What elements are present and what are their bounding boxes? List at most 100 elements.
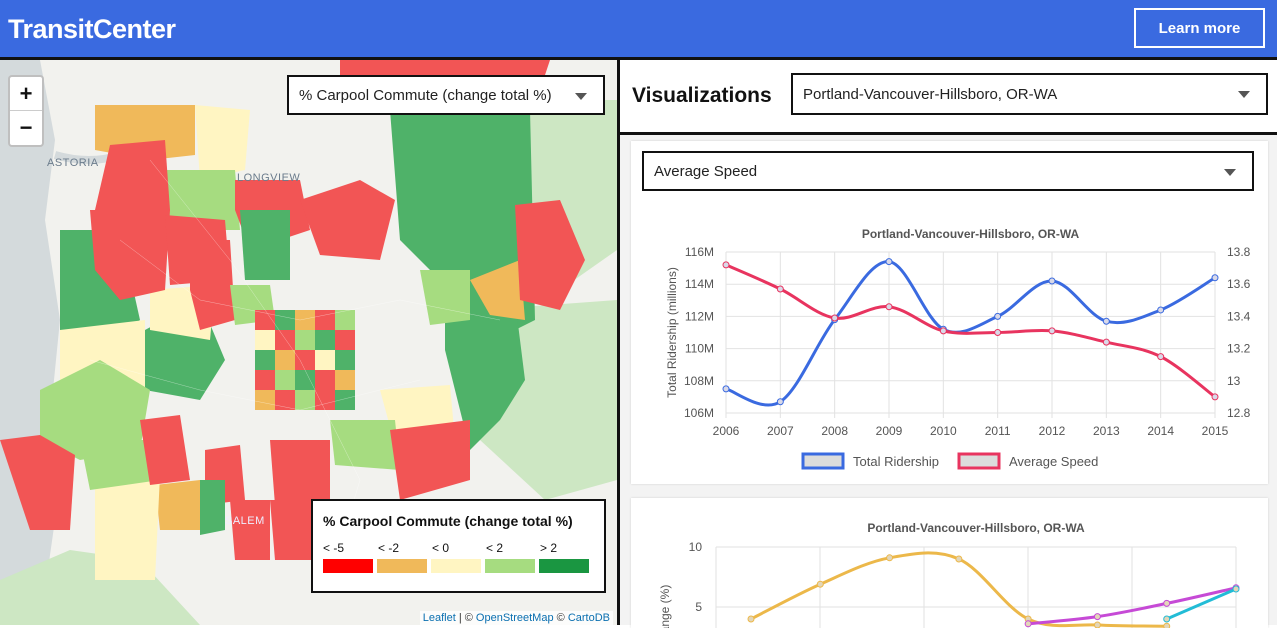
- data-point: [939, 327, 947, 335]
- y2-tick-label: 13.2: [1227, 342, 1251, 356]
- place-label-longview: LONGVIEW: [237, 172, 301, 184]
- cartodb-link[interactable]: CartoDB: [568, 612, 610, 624]
- y2-tick-label: 13.6: [1227, 277, 1251, 291]
- region-select[interactable]: Portland-Vancouver-Hillsboro, OR-WA: [791, 73, 1268, 115]
- data-point: [1024, 620, 1032, 628]
- map-attribution: Leaflet | © OpenStreetMap © CartoDB: [419, 611, 613, 625]
- region: [240, 210, 290, 280]
- x-tick-label: 2010: [930, 424, 957, 438]
- y-tick-label: 108M: [684, 374, 714, 388]
- data-point: [1093, 613, 1101, 621]
- legend-label: < -2: [378, 541, 400, 555]
- y2-tick-label: 13: [1227, 374, 1241, 388]
- region: [340, 60, 550, 75]
- learn-more-button[interactable]: Learn more: [1134, 8, 1265, 48]
- attribution-copyright: ©: [556, 612, 565, 624]
- legend-swatch: [539, 559, 589, 573]
- x-tick-label: 2009: [876, 424, 903, 438]
- x-tick-label: 2012: [1039, 424, 1066, 438]
- x-tick-label: 2007: [767, 424, 794, 438]
- region: [270, 440, 330, 505]
- legend-title: % Carpool Commute (change total %): [323, 513, 573, 529]
- leaflet-link[interactable]: Leaflet: [423, 612, 456, 624]
- legend-label: < 0: [432, 541, 450, 555]
- data-point: [1093, 621, 1101, 628]
- chart-card: Portland-Vancouver-Hillsboro, OR-WA 10 5 an…: [631, 498, 1268, 628]
- data-point: [885, 258, 893, 266]
- data-point: [831, 314, 839, 322]
- choropleth-map[interactable]: ASTORIA LONGVIEW SALEM + − % Carpool Com…: [0, 60, 617, 625]
- data-point: [1211, 274, 1219, 282]
- data-point: [776, 285, 784, 293]
- legend-swatch: [485, 559, 535, 573]
- metric-select[interactable]: Average Speed: [642, 151, 1254, 191]
- zoom-out-button[interactable]: −: [10, 111, 42, 145]
- region: [300, 180, 395, 260]
- region: [95, 475, 160, 580]
- data-point: [994, 329, 1002, 336]
- region: [330, 420, 400, 470]
- data-point: [1048, 327, 1056, 335]
- y-tick-label: 10: [689, 540, 703, 554]
- data-point: [886, 554, 894, 562]
- zoom-in-button[interactable]: +: [10, 77, 42, 111]
- region: [230, 500, 270, 560]
- legend-swatch: [431, 559, 481, 573]
- data-point: [722, 385, 730, 393]
- visualizations-body: Average Speed Portland-Vancouver-Hillsbo…: [620, 135, 1277, 628]
- x-tick-label: 2015: [1202, 424, 1229, 438]
- osm-link[interactable]: OpenStreetMap: [476, 612, 554, 624]
- zoom-control: + −: [8, 75, 44, 147]
- x-tick-label: 2011: [985, 424, 1011, 438]
- brand-logo[interactable]: TransitCenter: [8, 14, 176, 45]
- x-tick-label: 2006: [713, 424, 740, 438]
- data-point: [816, 580, 824, 588]
- app-header: TransitCenter Learn more: [0, 0, 1277, 60]
- y-tick-label: 114M: [685, 277, 714, 291]
- x-tick-label: 2014: [1147, 424, 1174, 438]
- y-tick-label: 110M: [685, 342, 714, 356]
- y-tick-label: 5: [695, 600, 702, 614]
- x-tick-label: 2013: [1093, 424, 1120, 438]
- region: [190, 240, 235, 330]
- y2-tick-label: 12.8: [1227, 406, 1251, 420]
- legend-label: > 2: [540, 541, 558, 555]
- legend-swatch: [377, 559, 427, 573]
- data-point: [747, 615, 755, 623]
- data-point: [1102, 317, 1110, 325]
- metric-select-value: Average Speed: [654, 162, 758, 180]
- legend-swatch: [801, 452, 845, 470]
- ridership-speed-chart[interactable]: Portland-Vancouver-Hillsboro, OR-WA 106M 1…: [631, 201, 1268, 491]
- place-label-astoria: ASTORIA: [47, 157, 99, 169]
- attribution-separator: | ©: [458, 612, 473, 624]
- visualizations-title: Visualizations: [632, 84, 772, 107]
- data-point: [885, 303, 893, 311]
- place-label-salem: SALEM: [225, 515, 265, 527]
- legend-swatch: [323, 559, 373, 573]
- data-point: [722, 261, 730, 269]
- data-point: [1048, 277, 1056, 285]
- chart-card: Average Speed Portland-Vancouver-Hillsbo…: [631, 141, 1268, 484]
- y-axis-label: ange (%): [658, 585, 672, 628]
- chart-title: Portland-Vancouver-Hillsboro, OR-WA: [867, 521, 1085, 535]
- region: [420, 270, 470, 325]
- data-point: [1232, 585, 1240, 593]
- data-point: [776, 398, 784, 406]
- legend-labels: < -5 < -2 < 0 < 2 > 2: [323, 541, 594, 557]
- change-chart[interactable]: Portland-Vancouver-Hillsboro, OR-WA 10 5 an…: [631, 498, 1268, 628]
- region: [155, 480, 200, 530]
- data-point: [1163, 599, 1171, 607]
- region: [200, 480, 225, 535]
- y2-tick-label: 13.4: [1227, 309, 1251, 323]
- x-tick-label: 2008: [821, 424, 848, 438]
- map-layer-select-value: % Carpool Commute (change total %): [299, 86, 552, 104]
- legend-swatches: [323, 559, 594, 573]
- y-tick-label: 116M: [685, 245, 714, 259]
- data-point: [1157, 306, 1165, 314]
- visualizations-header: Visualizations Portland-Vancouver-Hillsb…: [620, 60, 1277, 135]
- map-layer-select[interactable]: % Carpool Commute (change total %): [287, 75, 605, 115]
- legend-label: < 2: [486, 541, 504, 555]
- legend-label: Total Ridership: [853, 454, 939, 469]
- y2-tick-label: 13.8: [1227, 245, 1251, 259]
- legend-label: < -5: [323, 541, 345, 555]
